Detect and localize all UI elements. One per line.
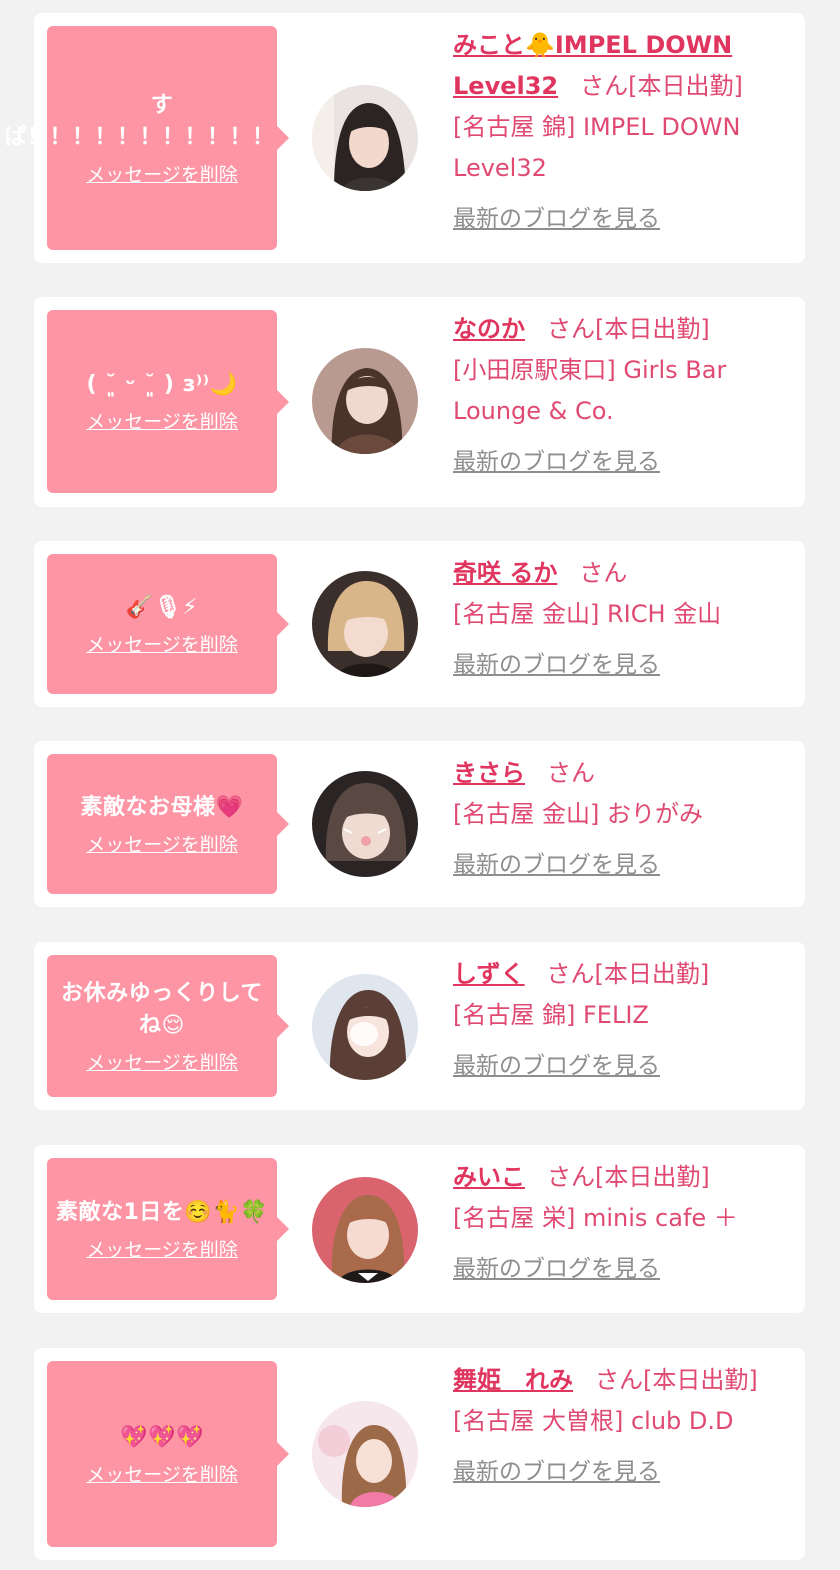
cast-info: きさら さん [名古屋 金山] おりがみ 最新のブログを見る [453,753,783,886]
avatar[interactable] [312,85,418,191]
cast-info: みいこ さん[本日出勤] [名古屋 栄] minis cafe ＋ 最新のブログを… [453,1157,783,1290]
cast-info: 奇咲 るか さん [名古屋 金山] RICH 金山 最新のブログを見る [453,553,783,686]
cast-name-link[interactable]: 舞姫 れみ [453,1366,573,1394]
shop-label: [名古屋 金山] おりがみ [453,800,703,828]
cast-name-link[interactable]: みいこ [453,1163,525,1191]
latest-blog-link[interactable]: 最新のブログを見る [453,442,783,483]
avatar[interactable] [312,571,418,677]
cast-info: しずく さん[本日出勤] [名古屋 錦] FELIZ 最新のブログを見る [453,954,783,1087]
honorific: さん [546,960,595,988]
delete-message-link[interactable]: メッセージを削除 [86,1235,238,1262]
avatar[interactable] [312,771,418,877]
cast-info: なのか さん[本日出勤] [小田原駅東口] Girls Bar Lounge & … [453,309,783,483]
favorites-message-list: すぱ！！！！！！！！！！！！！ メッセージを削除 みこと🐥IMPEL DOWN … [0,0,840,1570]
delete-message-link[interactable]: メッセージを削除 [86,407,238,434]
shop-label: [名古屋 大曽根] club D.D [453,1407,734,1435]
avatar[interactable] [312,1401,418,1507]
avatar[interactable] [312,1177,418,1283]
message-text: 💖💖💖 [120,1424,204,1450]
message-text: お休みゆっくりしてね😌 [61,980,263,1038]
message-bubble: すぱ！！！！！！！！！！！！！ メッセージを削除 [5,26,319,250]
status-badge: [本日出勤] [628,72,743,100]
avatar-photo-icon [312,85,418,191]
cast-info: みこと🐥IMPEL DOWN Level32 さん[本日出勤] [名古屋 錦] I… [453,25,783,240]
status-badge: [本日出勤] [595,1163,710,1191]
message-text: ( ˘͈ ᵕ ˘͈ ) з⁾⁾🌙 [86,372,238,397]
avatar-photo-icon [312,1177,418,1283]
shop-label: [小田原駅東口] Girls Bar Lounge & Co. [453,356,727,425]
cast-name-link[interactable]: 奇咲 るか [453,559,557,587]
list-item: 🎸🎙⚡ メッセージを削除 奇咲 るか さん [名古屋 金山] RICH 金山 最新… [34,541,805,707]
latest-blog-link[interactable]: 最新のブログを見る [453,845,783,886]
delete-message-link[interactable]: メッセージを削除 [86,160,238,187]
honorific: さん [547,1163,595,1191]
message-text: 素敵な1日を☺️🐈🍀 [56,1199,268,1225]
avatar[interactable] [312,348,418,454]
latest-blog-link[interactable]: 最新のブログを見る [453,1249,783,1290]
list-item: お休みゆっくりしてね😌 メッセージを削除 しずく さん[本日出勤] [名古屋 錦]… [34,942,805,1110]
honorific: さん [547,759,595,787]
cast-name-link[interactable]: しずく [453,960,525,988]
message-bubble: 💖💖💖 メッセージを削除 [47,1361,289,1547]
list-item: ( ˘͈ ᵕ ˘͈ ) з⁾⁾🌙 メッセージを削除 なのか さん[本日出勤] [小… [34,297,805,507]
latest-blog-link[interactable]: 最新のブログを見る [453,1046,783,1087]
avatar-photo-icon [312,1401,418,1507]
avatar-photo-icon [312,974,418,1080]
shop-label: [名古屋 錦] FELIZ [453,1001,649,1029]
latest-blog-link[interactable]: 最新のブログを見る [453,1452,783,1493]
status-badge: [本日出勤] [595,315,710,343]
list-item: 素敵な1日を☺️🐈🍀 メッセージを削除 みいこ さん[本日出勤] [名古屋 栄] … [34,1145,805,1313]
delete-message-link[interactable]: メッセージを削除 [86,1048,238,1075]
delete-message-link[interactable]: メッセージを削除 [86,830,238,857]
honorific: さん [580,72,629,100]
cast-name-link[interactable]: きさら [453,759,525,787]
avatar-photo-icon [312,571,418,677]
status-badge: [本日出勤] [594,960,710,988]
honorific: さん [595,1366,643,1394]
latest-blog-link[interactable]: 最新のブログを見る [453,645,783,686]
list-item: 💖💖💖 メッセージを削除 舞姫 れみ さん[本日出勤] [名古屋 大曽根] clu… [34,1348,805,1560]
avatar-photo-icon [312,348,418,454]
cast-name-link[interactable]: なのか [453,315,525,343]
message-bubble: ( ˘͈ ᵕ ˘͈ ) з⁾⁾🌙 メッセージを削除 [47,310,289,493]
cast-info: 舞姫 れみ さん[本日出勤] [名古屋 大曽根] club D.D 最新のブログを… [453,1360,783,1493]
honorific: さん [547,315,595,343]
shop-label: [名古屋 金山] RICH 金山 [453,600,722,628]
avatar-photo-icon [312,771,418,877]
list-item: すぱ！！！！！！！！！！！！！ メッセージを削除 みこと🐥IMPEL DOWN … [5,13,805,263]
honorific: さん [579,559,628,587]
latest-blog-link[interactable]: 最新のブログを見る [453,199,783,240]
delete-message-link[interactable]: メッセージを削除 [86,1460,238,1487]
message-text: すぱ！！！！！！！！！！！！！ [4,92,320,150]
message-bubble: お休みゆっくりしてね😌 メッセージを削除 [47,955,289,1097]
message-text: 素敵なお母様💗 [80,794,244,820]
list-item: 素敵なお母様💗 メッセージを削除 きさら さん [名古屋 金山] おりがみ 最新の… [34,741,805,907]
shop-label: [名古屋 栄] minis cafe ＋ [453,1204,738,1232]
delete-message-link[interactable]: メッセージを削除 [86,630,238,657]
shop-label: [名古屋 錦] IMPEL DOWN Level32 [453,113,741,182]
message-bubble: 素敵なお母様💗 メッセージを削除 [47,754,289,894]
status-badge: [本日出勤] [643,1366,758,1394]
message-bubble: 素敵な1日を☺️🐈🍀 メッセージを削除 [47,1158,289,1300]
avatar[interactable] [312,974,418,1080]
message-text: 🎸🎙⚡ [125,594,199,620]
message-bubble: 🎸🎙⚡ メッセージを削除 [47,554,289,694]
